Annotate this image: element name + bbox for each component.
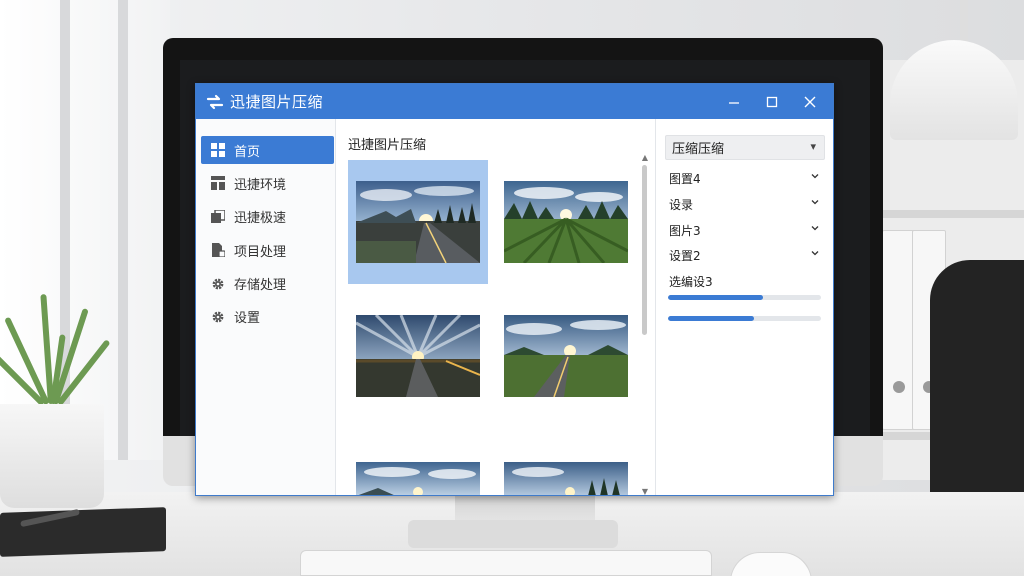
- scroll-thumb[interactable]: [642, 165, 647, 335]
- layout-icon: [210, 175, 226, 191]
- app-window: 迅捷图片压缩 首页 迅捷环境 迅捷极速 项目处理 存储处理 设置 迅捷图片压缩 …: [195, 83, 834, 496]
- panel-row[interactable]: 图片3: [669, 221, 821, 239]
- panel-row-label: 设录: [669, 197, 694, 212]
- landscape-photo: [504, 181, 628, 263]
- select-value: 压缩压缩: [672, 142, 725, 157]
- progress-bar: [668, 316, 821, 321]
- scroll-up-icon[interactable]: ▲: [640, 153, 650, 163]
- title-bar[interactable]: 迅捷图片压缩: [196, 84, 833, 119]
- minimize-button[interactable]: [715, 84, 753, 119]
- progress-fill: [668, 295, 763, 300]
- progress-label: 选编设3: [669, 272, 821, 290]
- panel-row-label: 图片3: [669, 223, 701, 238]
- image-thumbnail[interactable]: [496, 160, 636, 284]
- image-thumbnail[interactable]: [348, 160, 488, 284]
- chevron-down-icon: [811, 226, 819, 231]
- sidebar: 首页 迅捷环境 迅捷极速 项目处理 存储处理 设置: [196, 119, 336, 495]
- app-logo-icon: [205, 92, 225, 112]
- scroll-down-icon[interactable]: ▼: [640, 487, 650, 495]
- file-lock-icon: [210, 242, 226, 258]
- settings-panel: 压缩压缩 ▾ 图置4 设录 图片3 设置2 选编设3: [655, 119, 833, 495]
- landscape-photo: [504, 462, 628, 495]
- gear-icon: [210, 309, 226, 325]
- vertical-scrollbar[interactable]: ▲ ▼: [640, 153, 650, 495]
- sidebar-item-project[interactable]: 项目处理: [201, 236, 334, 264]
- progress-label-text: 选编设3: [669, 274, 713, 289]
- panel-row-label: 设置2: [669, 248, 701, 263]
- monitor-stand-base: [408, 520, 618, 548]
- panel-row[interactable]: 设录: [669, 195, 821, 213]
- image-thumbnail[interactable]: [348, 294, 488, 418]
- notebook: [0, 507, 166, 557]
- plant-pot: [0, 404, 104, 508]
- grid-icon: [210, 142, 226, 158]
- minimize-icon: [729, 101, 739, 104]
- chevron-down-icon: [811, 251, 819, 256]
- image-stack-icon: [210, 209, 226, 225]
- page-title: 迅捷图片压缩: [348, 138, 427, 153]
- progress-fill: [668, 316, 754, 321]
- landscape-photo: [356, 181, 480, 263]
- sidebar-item-label: 首页: [234, 144, 261, 160]
- panel-row[interactable]: 设置2: [669, 246, 821, 264]
- sidebar-item-label: 迅捷极速: [234, 211, 287, 227]
- close-icon: [804, 96, 816, 107]
- progress-bar: [668, 295, 821, 300]
- compression-mode-select[interactable]: 压缩压缩 ▾: [665, 135, 825, 160]
- landscape-photo: [356, 462, 480, 495]
- window-frame: [118, 0, 128, 460]
- app-title: 迅捷图片压缩: [230, 93, 324, 111]
- close-button[interactable]: [791, 84, 829, 119]
- sidebar-item-label: 迅捷环境: [234, 177, 287, 193]
- sidebar-item-home[interactable]: 首页: [201, 136, 334, 164]
- image-thumbnail[interactable]: [496, 294, 636, 418]
- gear-icon: [210, 276, 226, 292]
- sidebar-item-settings[interactable]: 设置: [201, 303, 334, 331]
- binder: [882, 230, 916, 430]
- sidebar-item-speed[interactable]: 迅捷极速: [201, 203, 334, 231]
- panel-row-label: 图置4: [669, 171, 701, 186]
- sidebar-item-storage[interactable]: 存储处理: [201, 270, 334, 298]
- chevron-down-icon: [811, 200, 819, 205]
- panel-row[interactable]: 图置4: [669, 169, 821, 187]
- sidebar-item-label: 存储处理: [234, 278, 287, 294]
- shelf-board: [880, 210, 1024, 218]
- maximize-button[interactable]: [753, 84, 791, 119]
- chevron-down-icon: [811, 174, 819, 179]
- sidebar-item-label: 设置: [234, 311, 261, 327]
- image-thumbnail[interactable]: [496, 428, 636, 495]
- landscape-photo: [504, 315, 628, 397]
- image-thumbnail[interactable]: [348, 428, 488, 495]
- chevron-down-icon: ▾: [810, 140, 816, 153]
- maximize-icon: [766, 96, 778, 107]
- sidebar-item-environment[interactable]: 迅捷环境: [201, 169, 334, 197]
- sidebar-item-label: 项目处理: [234, 244, 287, 260]
- landscape-photo: [356, 315, 480, 397]
- keyboard: [300, 550, 712, 576]
- window-controls: [715, 84, 829, 119]
- main-content: 迅捷图片压缩 ▲ ▼: [337, 119, 651, 495]
